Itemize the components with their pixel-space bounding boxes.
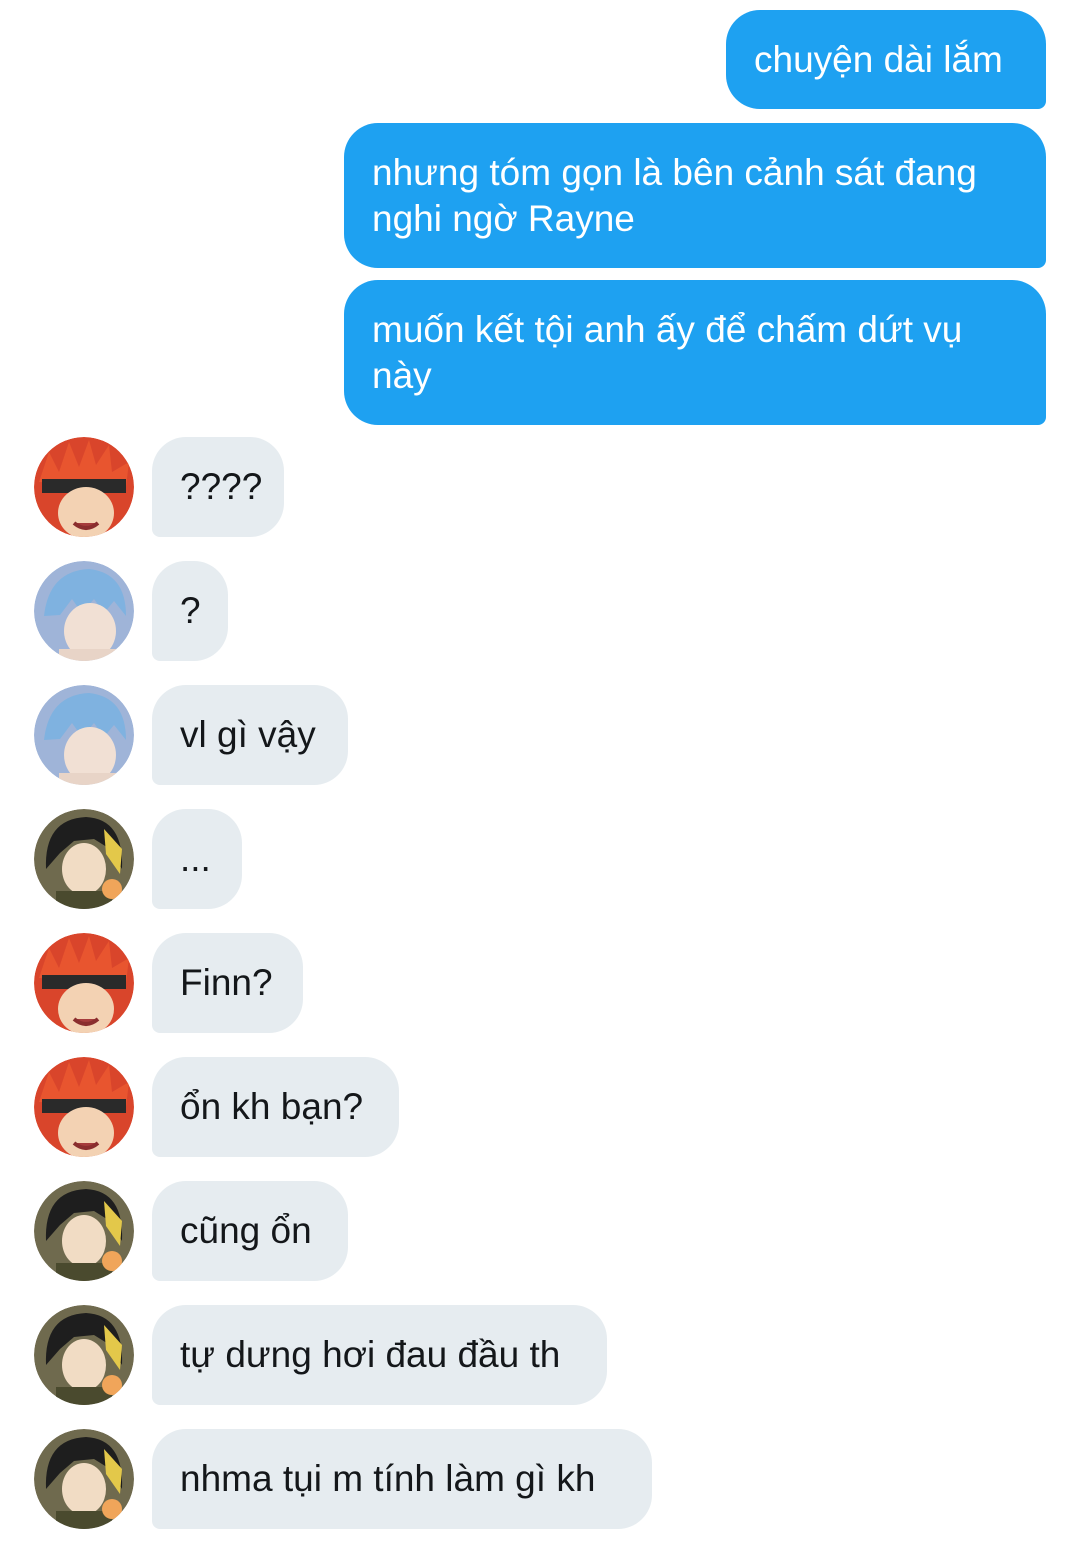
incoming-message-bubble[interactable]: cũng ổn (152, 1181, 348, 1281)
message-text: chuyện dài lắm (754, 38, 1003, 80)
message-text: nhưng tóm gọn là bên cảnh sát đang nghi … (372, 151, 977, 239)
dark-hair-avatar[interactable] (34, 809, 134, 909)
red-hair-avatar[interactable] (34, 933, 134, 1033)
message-text: ???? (180, 466, 263, 507)
incoming-message-bubble[interactable]: nhma tụi m tính làm gì kh (152, 1429, 652, 1529)
message-text: ... (180, 838, 211, 879)
incoming-message-bubble[interactable]: ? (152, 561, 228, 661)
message-text: Finn? (180, 962, 273, 1003)
message-text: ổn kh bạn? (180, 1086, 364, 1127)
dark-hair-avatar[interactable] (34, 1181, 134, 1281)
blue-hair-avatar[interactable] (34, 561, 134, 661)
message-text: muốn kết tội anh ấy để chấm dứt vụ này (372, 308, 963, 396)
incoming-message-bubble[interactable]: tự dưng hơi đau đầu th (152, 1305, 607, 1405)
message-text: cũng ổn (180, 1210, 312, 1251)
outgoing-message-bubble[interactable]: nhưng tóm gọn là bên cảnh sát đang nghi … (344, 123, 1046, 268)
message-text: vl gì vậy (180, 714, 316, 755)
dark-hair-avatar[interactable] (34, 1305, 134, 1405)
incoming-message-bubble[interactable]: Finn? (152, 933, 303, 1033)
outgoing-message-bubble[interactable]: muốn kết tội anh ấy để chấm dứt vụ này (344, 280, 1046, 425)
red-hair-avatar[interactable] (34, 437, 134, 537)
incoming-message-bubble[interactable]: ổn kh bạn? (152, 1057, 399, 1157)
message-text: nhma tụi m tính làm gì kh (180, 1458, 596, 1499)
dark-hair-avatar[interactable] (34, 1429, 134, 1529)
message-text: ? (180, 590, 201, 631)
message-text: tự dưng hơi đau đầu th (180, 1334, 561, 1375)
incoming-message-bubble[interactable]: vl gì vậy (152, 685, 348, 785)
blue-hair-avatar[interactable] (34, 685, 134, 785)
red-hair-avatar[interactable] (34, 1057, 134, 1157)
incoming-message-bubble[interactable]: ???? (152, 437, 284, 537)
incoming-message-bubble[interactable]: ... (152, 809, 242, 909)
outgoing-message-bubble[interactable]: chuyện dài lắm (726, 10, 1046, 109)
